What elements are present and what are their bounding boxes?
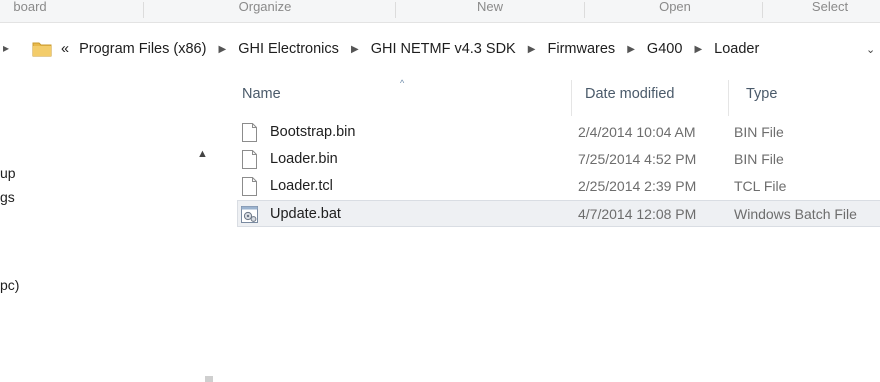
file-name: Loader.tcl — [270, 178, 333, 194]
chevron-right-icon[interactable]: ▶ — [351, 44, 359, 55]
file-date: 7/25/2014 4:52 PM — [578, 151, 697, 167]
file-name: Bootstrap.bin — [270, 124, 356, 140]
file-type: Windows Batch File — [734, 206, 857, 222]
column-header-name[interactable]: Name — [242, 86, 281, 102]
ribbon-group-organize: Organize — [238, 0, 292, 14]
ribbon-group-open: Open — [659, 0, 691, 14]
breadcrumb-item-sdk[interactable]: GHI NETMF v4.3 SDK — [371, 41, 516, 57]
chevron-right-icon[interactable]: ▶ — [528, 44, 536, 55]
column-divider[interactable] — [728, 80, 729, 116]
breadcrumb-item-g400[interactable]: G400 — [647, 41, 682, 57]
file-row[interactable]: Loader.bin 7/25/2014 4:52 PM BIN File — [238, 146, 880, 172]
chevron-right-icon[interactable]: ▶ — [218, 44, 226, 55]
column-header-date-modified[interactable]: Date modified — [585, 86, 674, 102]
file-type: TCL File — [734, 178, 787, 194]
column-divider[interactable] — [571, 80, 572, 116]
ribbon-group-new: New — [476, 0, 503, 14]
ribbon-separator — [395, 2, 396, 18]
file-name: Loader.bin — [270, 151, 338, 167]
file-date: 2/4/2014 10:04 AM — [578, 124, 696, 140]
address-bar[interactable]: ▸ « Program Files (x86) ▶ GHI Electronic… — [0, 33, 880, 65]
chevron-right-icon[interactable]: ▶ — [627, 44, 635, 55]
chevron-right-icon[interactable]: ▶ — [694, 44, 702, 55]
sort-ascending-icon: ^ — [400, 78, 405, 88]
scroll-up-arrow-icon[interactable]: ▲ — [197, 148, 208, 160]
file-list: ^ Name Date modified Type Bootstrap.bin … — [228, 66, 880, 316]
breadcrumb-item-firmwares[interactable]: Firmwares — [547, 41, 615, 57]
breadcrumb-item-ghi-electronics[interactable]: GHI Electronics — [238, 41, 339, 57]
file-type: BIN File — [734, 151, 784, 167]
blank-file-icon — [242, 123, 257, 142]
ribbon-separator — [143, 2, 144, 18]
ribbon-separator — [584, 2, 585, 18]
breadcrumb-item-loader[interactable]: Loader — [714, 41, 759, 57]
file-date: 2/25/2014 2:39 PM — [578, 178, 697, 194]
batch-file-icon — [241, 206, 258, 223]
column-header-type[interactable]: Type — [746, 86, 777, 102]
file-date: 4/7/2014 12:08 PM — [578, 206, 697, 222]
nav-item[interactable]: gs — [0, 189, 15, 205]
file-row-selected[interactable]: Update.bat 4/7/2014 12:08 PM Windows Bat… — [237, 200, 880, 227]
blank-file-icon — [242, 177, 257, 196]
folder-icon — [32, 42, 52, 57]
file-type: BIN File — [734, 124, 784, 140]
breadcrumb-item-program-files[interactable]: Program Files (x86) — [79, 41, 206, 57]
ribbon-group-select: Select — [811, 0, 849, 14]
ribbon-group-labels: board Organize New Open Select — [0, 0, 880, 23]
file-row[interactable]: Loader.tcl 2/25/2014 2:39 PM TCL File — [238, 173, 880, 199]
nav-item[interactable]: pc) — [0, 277, 19, 293]
ribbon-group-clipboard: board — [13, 0, 47, 14]
blank-file-icon — [242, 150, 257, 169]
breadcrumb: « Program Files (x86) ▶ GHI Electronics … — [61, 41, 759, 57]
expand-arrow-icon[interactable]: ▸ — [3, 41, 9, 55]
ribbon-separator — [762, 2, 763, 18]
breadcrumb-overflow-button[interactable]: « — [61, 41, 69, 57]
address-dropdown-icon[interactable]: ⌄ — [866, 43, 875, 56]
file-row[interactable]: Bootstrap.bin 2/4/2014 10:04 AM BIN File — [238, 119, 880, 145]
scrollbar-thumb[interactable] — [205, 376, 213, 382]
file-name: Update.bat — [270, 206, 341, 222]
nav-item[interactable]: up — [0, 165, 16, 181]
navigation-pane: up gs pc) ▲ — [0, 66, 218, 382]
